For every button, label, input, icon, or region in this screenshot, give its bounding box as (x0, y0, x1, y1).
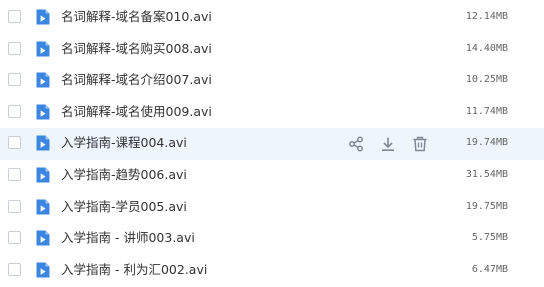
video-file-icon (35, 104, 50, 120)
file-row-hovered[interactable]: 入学指南-课程004.avi 19.74MB (0, 128, 544, 160)
file-name[interactable]: 入学指南-课程004.avi (61, 135, 187, 151)
file-name[interactable]: 名词解释-域名备案010.avi (61, 9, 212, 25)
file-row[interactable]: 入学指南-趋势006.avi 31.54MB (0, 160, 544, 192)
row-checkbox[interactable] (8, 231, 21, 245)
file-row[interactable]: 名词解释-域名使用009.avi 11.74MB (0, 97, 544, 129)
file-name[interactable]: 名词解释-域名使用009.avi (61, 104, 212, 120)
file-size: 10.25MB (465, 74, 508, 86)
video-file-icon (35, 9, 50, 25)
file-row[interactable]: 入学指南 - 讲师003.avi 5.75MB (0, 223, 544, 255)
delete-button[interactable] (410, 134, 429, 153)
file-row[interactable]: 名词解释-域名备案010.avi 12.14MB (0, 2, 544, 34)
file-row[interactable]: 入学指南 - 利为汇002.avi 6.47MB (0, 255, 544, 287)
file-size: 19.74MB (465, 137, 508, 149)
video-file-icon (35, 230, 50, 246)
row-checkbox[interactable] (8, 199, 21, 213)
video-file-icon (35, 199, 50, 215)
share-button[interactable] (346, 134, 365, 153)
file-name[interactable]: 名词解释-域名购买008.avi (61, 41, 212, 57)
row-actions (346, 134, 429, 154)
row-checkbox[interactable] (8, 167, 21, 181)
row-checkbox[interactable] (8, 41, 21, 55)
download-button[interactable] (378, 134, 397, 153)
row-checkbox[interactable] (8, 136, 21, 150)
file-size: 31.54MB (465, 168, 508, 180)
row-checkbox[interactable] (8, 104, 21, 118)
video-file-icon (35, 41, 50, 57)
file-row[interactable]: 名词解释-域名购买008.avi 14.40MB (0, 34, 544, 66)
file-size: 11.74MB (465, 105, 508, 117)
file-size: 19.75MB (465, 200, 508, 212)
file-row[interactable]: 入学指南-学员005.avi 19.75MB (0, 192, 544, 224)
row-checkbox[interactable] (8, 262, 21, 276)
file-size: 12.14MB (465, 11, 508, 22)
file-row[interactable]: 名词解释-域名介绍007.avi 10.25MB (0, 65, 544, 97)
file-name[interactable]: 入学指南 - 利为汇002.avi (61, 262, 207, 278)
file-size: 5.75MB (471, 232, 508, 244)
video-file-icon (35, 262, 50, 278)
file-name[interactable]: 入学指南-趋势006.avi (61, 167, 187, 183)
share-icon (348, 136, 363, 152)
file-list: 名词解释-域名备案010.avi 12.14MB 名词解释-域名购买008.av… (0, 2, 544, 286)
download-icon (381, 137, 394, 151)
trash-icon (413, 136, 426, 152)
file-size: 6.47MB (471, 263, 508, 275)
video-file-icon (35, 135, 50, 151)
file-name[interactable]: 名词解释-域名介绍007.avi (61, 72, 212, 88)
row-checkbox[interactable] (8, 10, 21, 23)
video-file-icon (35, 72, 50, 88)
video-file-icon (35, 167, 50, 183)
file-size: 14.40MB (465, 42, 508, 54)
row-checkbox[interactable] (8, 73, 21, 87)
file-name[interactable]: 入学指南-学员005.avi (61, 199, 187, 215)
file-name[interactable]: 入学指南 - 讲师003.avi (61, 230, 195, 246)
